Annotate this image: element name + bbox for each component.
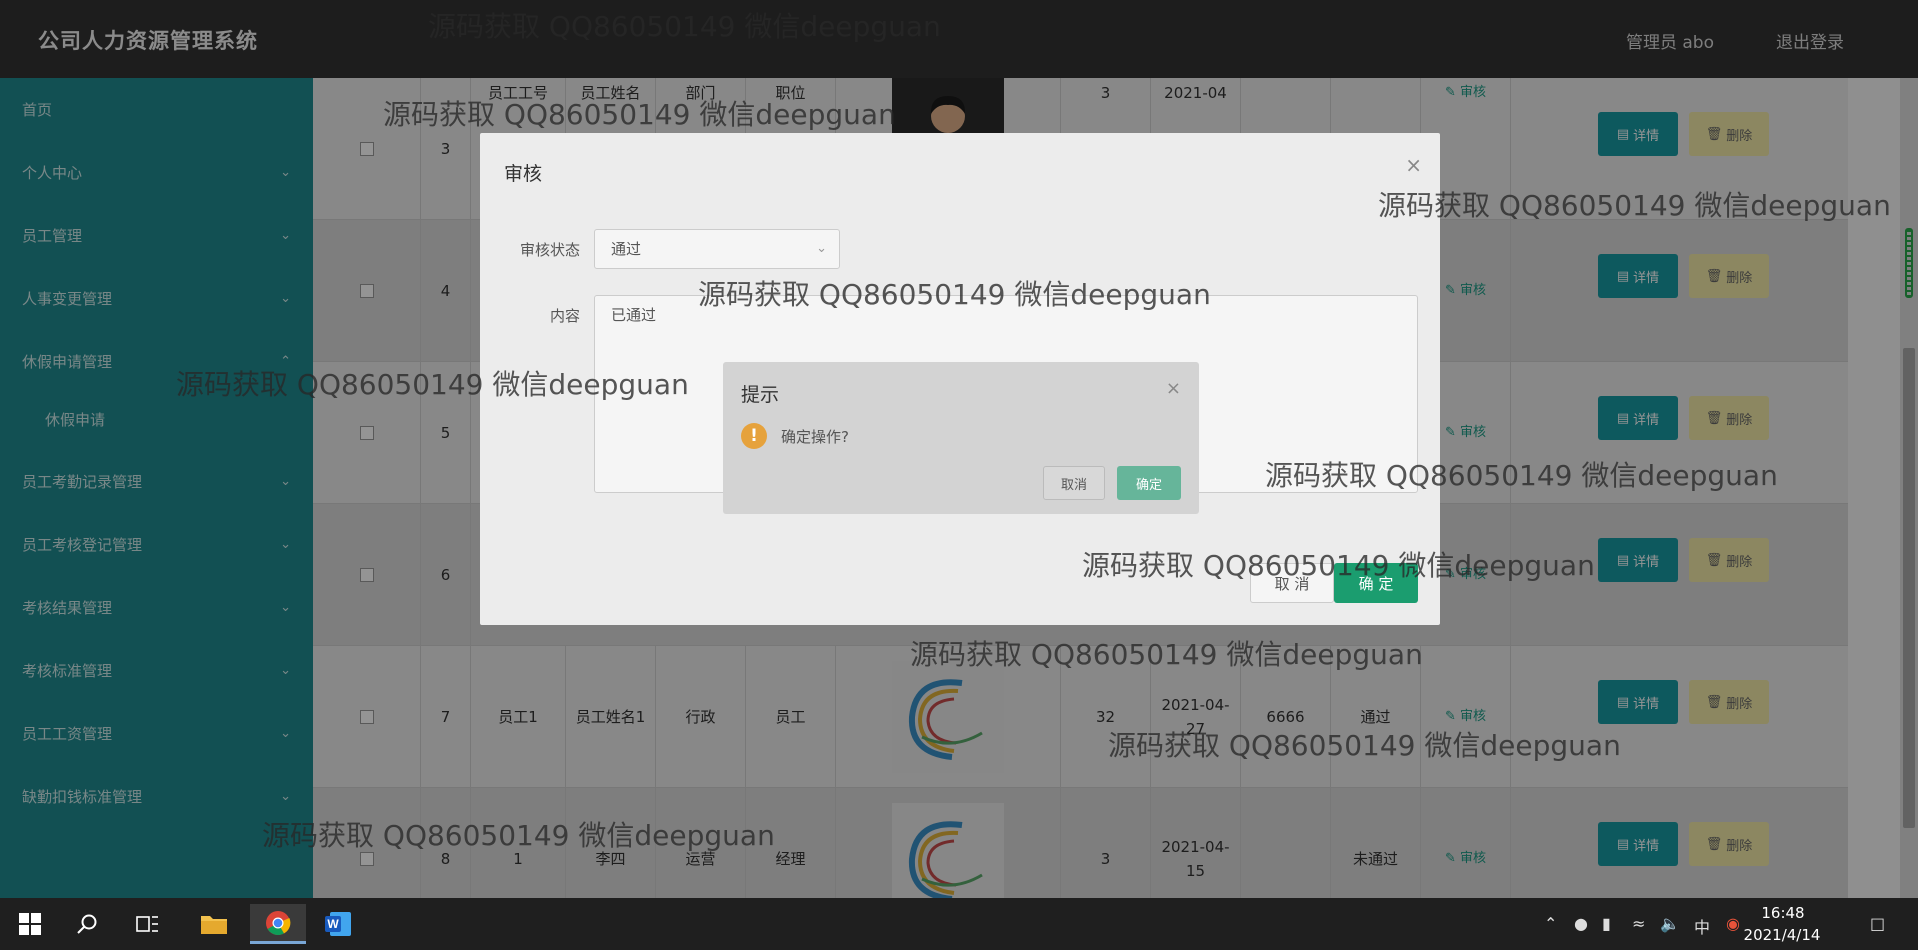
chevron-up-icon[interactable]: ⌃ xyxy=(1544,914,1557,933)
windows-start-icon[interactable] xyxy=(6,904,54,944)
cancel-button[interactable]: 取 消 xyxy=(1250,563,1334,603)
status-select-value: 通过 xyxy=(611,240,642,258)
chrome-icon[interactable] xyxy=(250,904,306,944)
confirm-dialog: 提示 × ! 确定操作? 取消 确定 xyxy=(723,362,1199,514)
cancel-button-label: 取 消 xyxy=(1274,574,1310,593)
windows-taskbar: W ⌃ ● ▮ ≈ 🔈 中 ◉ 16:48 2021/4/14 □ xyxy=(0,898,1918,950)
battery-icon[interactable]: ▮ xyxy=(1602,914,1611,933)
wifi-icon[interactable]: ≈ xyxy=(1632,914,1645,933)
close-icon[interactable]: × xyxy=(1166,378,1181,399)
confirm-cancel-button[interactable]: 取消 xyxy=(1043,466,1105,500)
ime-indicator[interactable]: 中 xyxy=(1694,914,1710,938)
notification-icon[interactable]: □ xyxy=(1870,914,1885,933)
clock-date[interactable]: 2021/4/14 xyxy=(1734,926,1830,944)
confirm-dialog-title: 提示 xyxy=(741,384,780,406)
confirm-ok-button[interactable]: 确定 xyxy=(1117,466,1181,500)
task-view-icon[interactable] xyxy=(124,904,172,944)
confirm-button[interactable]: 确 定 xyxy=(1334,563,1418,603)
warning-icon: ! xyxy=(741,423,767,449)
confirm-button-label: 确 定 xyxy=(1358,574,1394,593)
confirm-ok-label: 确定 xyxy=(1135,477,1162,493)
status-select[interactable]: 通过 ⌄ xyxy=(594,229,840,269)
content-label: 内容 xyxy=(549,307,580,325)
word-icon[interactable]: W xyxy=(314,904,362,944)
content-textarea-value: 已通过 xyxy=(611,306,657,324)
file-explorer-icon[interactable] xyxy=(190,904,238,944)
audit-dialog-title: 审核 xyxy=(504,163,543,185)
clock-time[interactable]: 16:48 xyxy=(1738,904,1828,922)
qq-icon[interactable]: ● xyxy=(1574,914,1588,933)
confirm-cancel-label: 取消 xyxy=(1060,477,1087,493)
confirm-message: 确定操作? xyxy=(781,428,849,446)
volume-icon[interactable]: 🔈 xyxy=(1660,914,1680,933)
svg-text:W: W xyxy=(327,917,339,931)
close-icon[interactable]: × xyxy=(1405,153,1422,177)
search-icon[interactable] xyxy=(64,904,112,944)
chevron-down-icon: ⌄ xyxy=(816,241,827,256)
status-label: 审核状态 xyxy=(519,241,580,259)
